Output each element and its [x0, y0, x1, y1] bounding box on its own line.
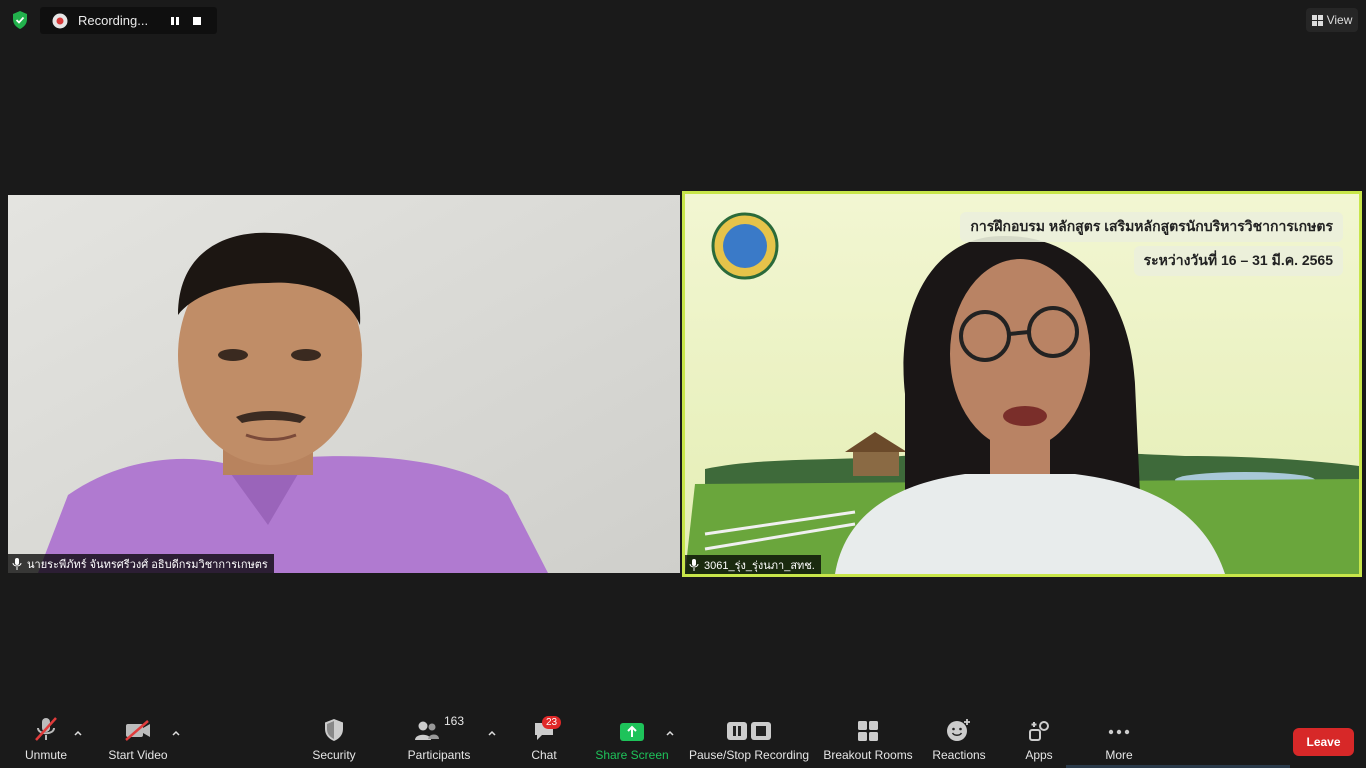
mic-muted-icon: [12, 557, 22, 570]
stop-recording-button[interactable]: [186, 10, 208, 32]
apps-icon: [1028, 712, 1050, 742]
view-label: View: [1326, 13, 1353, 27]
reactions-label: Reactions: [932, 748, 986, 762]
recording-indicator: Recording...: [40, 7, 217, 34]
training-banner-date: ระหว่างวันที่ 16 – 31 มี.ค. 2565: [1133, 246, 1343, 276]
unmute-button[interactable]: Unmute: [22, 712, 70, 768]
video-off-icon: [124, 712, 152, 742]
ellipsis-icon: [1107, 712, 1131, 742]
share-screen-icon: [619, 712, 645, 742]
video-options-caret-icon[interactable]: [171, 728, 181, 738]
apps-button[interactable]: Apps: [1020, 712, 1058, 768]
audio-options-caret-icon[interactable]: [73, 728, 83, 738]
top-bar: Recording... View: [0, 0, 1366, 40]
participant-video-feed: [8, 195, 680, 573]
grid-view-icon: [1311, 14, 1323, 26]
start-video-label: Start Video: [108, 748, 168, 762]
participants-options-caret-icon[interactable]: [487, 728, 497, 738]
view-button[interactable]: View: [1306, 8, 1358, 32]
share-screen-label: Share Screen: [595, 748, 669, 762]
shield-icon: [323, 712, 345, 742]
participants-icon: 163: [414, 712, 464, 742]
breakout-rooms-icon: [857, 712, 879, 742]
share-options-caret-icon[interactable]: [665, 728, 675, 738]
reactions-button[interactable]: Reactions: [930, 712, 988, 768]
chat-unread-badge: 23: [542, 716, 562, 729]
pause-recording-button[interactable]: [164, 10, 186, 32]
participants-label: Participants: [407, 748, 471, 762]
pause-icon: [171, 16, 179, 25]
training-banner-title: การฝึกอบรม หลักสูตร เสริมหลักสูตรนักบริห…: [960, 212, 1343, 242]
recording-icon: [52, 13, 68, 29]
breakout-rooms-label: Breakout Rooms: [823, 748, 913, 762]
participants-count: 163: [443, 714, 465, 728]
security-button[interactable]: Security: [308, 712, 360, 768]
stop-icon: [193, 16, 201, 25]
mic-muted-icon: [33, 712, 59, 742]
leave-button[interactable]: Leave: [1293, 728, 1354, 756]
participant-name-tag: 3061_รุ่ง_รุ่งนภา_สทช.: [685, 555, 821, 574]
apps-label: Apps: [1025, 748, 1053, 762]
video-tile-1[interactable]: นายระพีภัทร์ จันทรศรีวงศ์ อธิบดีกรมวิชาก…: [8, 195, 680, 573]
start-video-button[interactable]: Start Video: [104, 712, 172, 768]
pause-stop-recording-label: Pause/Stop Recording: [688, 748, 810, 762]
breakout-rooms-button[interactable]: Breakout Rooms: [822, 712, 914, 768]
chat-label: Chat: [531, 748, 557, 762]
security-label: Security: [312, 748, 356, 762]
participant-name-tag: นายระพีภัทร์ จันทรศรีวงศ์ อธิบดีกรมวิชาก…: [8, 554, 274, 573]
smiley-plus-icon: [946, 712, 972, 742]
mic-muted-icon: [689, 558, 699, 571]
participants-button[interactable]: 163 Participants: [404, 712, 474, 768]
recording-label: Recording...: [78, 13, 149, 28]
participant-name: นายระพีภัทร์ จันทรศรีวงศ์ อธิบดีกรมวิชาก…: [27, 558, 268, 571]
security-shield-icon[interactable]: [10, 10, 30, 30]
unmute-label: Unmute: [24, 748, 68, 762]
participant-name: 3061_รุ่ง_รุ่งนภา_สทช.: [704, 559, 815, 572]
share-screen-button[interactable]: Share Screen: [595, 712, 669, 768]
more-button[interactable]: More: [1100, 712, 1138, 768]
more-label: More: [1105, 748, 1133, 762]
meeting-controls-toolbar: Unmute Start Video Security 163 Particip…: [0, 712, 1366, 768]
video-tile-2-active-speaker[interactable]: การฝึกอบรม หลักสูตร เสริมหลักสูตรนักบริห…: [682, 191, 1362, 577]
chat-button[interactable]: 23 Chat: [526, 712, 562, 768]
pause-stop-recording-button[interactable]: Pause/Stop Recording: [688, 712, 810, 768]
pause-stop-icon: [725, 712, 773, 742]
